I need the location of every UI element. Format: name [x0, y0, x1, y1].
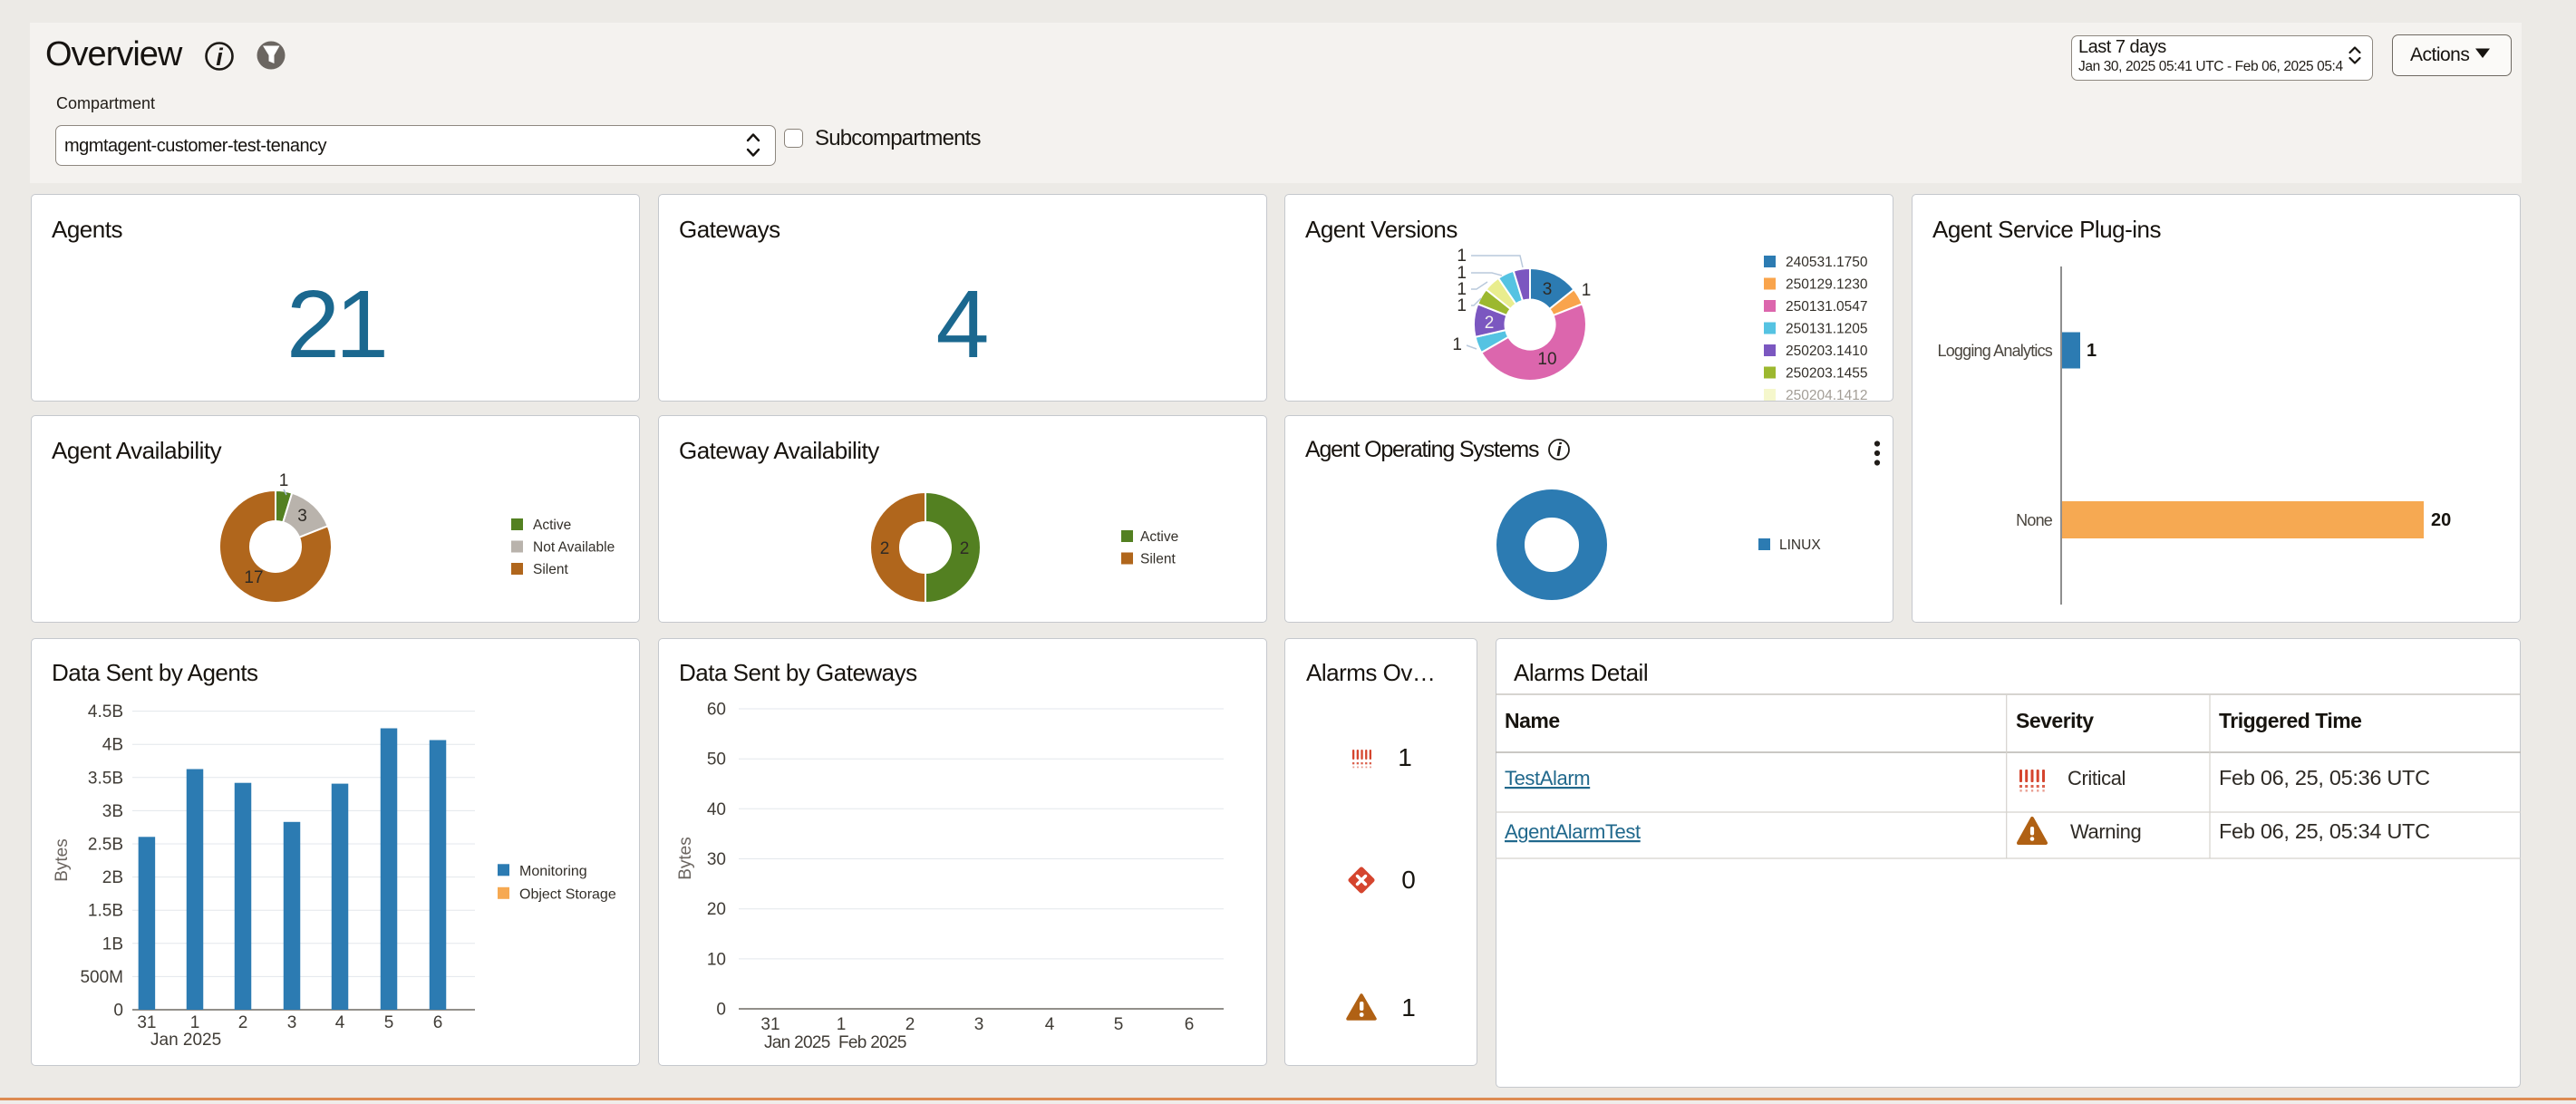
svg-text:6: 6 — [433, 1013, 443, 1032]
svg-text:3.5B: 3.5B — [88, 769, 123, 788]
svg-text:1: 1 — [1398, 743, 1412, 771]
svg-text:2.5B: 2.5B — [88, 836, 123, 855]
svg-text:3: 3 — [1543, 280, 1553, 299]
svg-text:31: 31 — [760, 1015, 780, 1034]
svg-text:4.5B: 4.5B — [88, 702, 123, 721]
svg-text:0: 0 — [716, 1001, 726, 1020]
svg-text:250129.1230: 250129.1230 — [1786, 277, 1868, 293]
svg-text:240531.1750: 240531.1750 — [1786, 255, 1868, 270]
svg-text:50: 50 — [707, 751, 726, 770]
svg-text:Feb 06, 25, 05:36 UTC: Feb 06, 25, 05:36 UTC — [2219, 766, 2430, 789]
svg-text:1B: 1B — [102, 935, 123, 954]
svg-text:1: 1 — [2087, 341, 2097, 361]
svg-text:1: 1 — [190, 1013, 200, 1032]
svg-text:0: 0 — [1401, 866, 1416, 894]
svg-text:250203.1410: 250203.1410 — [1786, 344, 1868, 359]
svg-text:Jan 2025: Jan 2025 — [764, 1033, 830, 1052]
svg-text:10: 10 — [1537, 350, 1556, 369]
svg-text:2: 2 — [238, 1013, 248, 1032]
svg-text:Silent: Silent — [533, 562, 568, 577]
svg-text:5: 5 — [384, 1013, 394, 1032]
svg-text:1: 1 — [1582, 281, 1592, 300]
svg-text:1: 1 — [1457, 247, 1467, 266]
svg-text:Bytes: Bytes — [53, 838, 72, 882]
svg-text:Severity: Severity — [2016, 709, 2094, 732]
svg-text:AgentAlarmTest: AgentAlarmTest — [1505, 820, 1641, 843]
svg-text:20: 20 — [2431, 510, 2451, 530]
svg-text:17: 17 — [244, 568, 263, 587]
svg-text:2B: 2B — [102, 868, 123, 887]
svg-text:6: 6 — [1185, 1015, 1195, 1034]
svg-text:1.5B: 1.5B — [88, 902, 123, 921]
svg-text:Active: Active — [1140, 529, 1178, 545]
svg-text:i: i — [216, 44, 223, 71]
svg-text:31: 31 — [137, 1013, 156, 1032]
svg-text:3: 3 — [974, 1015, 984, 1034]
svg-text:Silent: Silent — [1140, 552, 1176, 567]
svg-text:60: 60 — [707, 701, 726, 720]
svg-text:LINUX: LINUX — [1779, 537, 1821, 553]
svg-text:0: 0 — [113, 1002, 123, 1021]
svg-text:250204.1412: 250204.1412 — [1786, 388, 1868, 402]
svg-text:Monitoring: Monitoring — [519, 864, 587, 879]
svg-text:Warning: Warning — [2070, 820, 2141, 843]
svg-text:Jan 2025: Jan 2025 — [150, 1031, 221, 1050]
svg-text:1: 1 — [279, 471, 289, 490]
svg-text:4: 4 — [1045, 1015, 1055, 1034]
svg-text:2: 2 — [905, 1015, 915, 1034]
svg-text:Object Storage: Object Storage — [519, 887, 616, 903]
svg-text:Feb 06, 25, 05:34 UTC: Feb 06, 25, 05:34 UTC — [2219, 819, 2430, 843]
svg-text:250131.0547: 250131.0547 — [1786, 299, 1868, 315]
svg-text:3: 3 — [287, 1013, 297, 1032]
svg-text:Logging Analytics: Logging Analytics — [1938, 342, 2053, 360]
svg-text:250131.1205: 250131.1205 — [1786, 322, 1868, 337]
svg-text:500M: 500M — [80, 968, 123, 987]
svg-text:1: 1 — [837, 1015, 847, 1034]
svg-text:3: 3 — [297, 507, 307, 526]
svg-text:250203.1455: 250203.1455 — [1786, 366, 1868, 382]
svg-text:40: 40 — [707, 800, 726, 819]
svg-text:None: None — [2016, 511, 2053, 529]
svg-text:Bytes: Bytes — [676, 837, 695, 880]
svg-text:20: 20 — [707, 900, 726, 919]
svg-text:TestAlarm: TestAlarm — [1505, 767, 1590, 789]
svg-text:4B: 4B — [102, 736, 123, 755]
svg-text:4: 4 — [335, 1013, 345, 1032]
svg-text:Triggered Time: Triggered Time — [2219, 709, 2361, 732]
svg-text:1: 1 — [1401, 993, 1416, 1022]
svg-text:3B: 3B — [102, 802, 123, 821]
svg-text:Name: Name — [1505, 709, 1560, 732]
svg-text:2: 2 — [960, 539, 970, 558]
svg-text:Critical: Critical — [2068, 767, 2126, 789]
svg-text:5: 5 — [1114, 1015, 1124, 1034]
svg-text:1: 1 — [1457, 296, 1467, 315]
svg-text:Feb 2025: Feb 2025 — [838, 1033, 906, 1052]
svg-text:Active: Active — [533, 518, 571, 533]
svg-text:i: i — [1556, 441, 1562, 460]
svg-text:30: 30 — [707, 850, 726, 869]
svg-text:Not Available: Not Available — [533, 540, 615, 556]
svg-text:10: 10 — [707, 950, 726, 969]
svg-text:1: 1 — [1452, 335, 1462, 354]
svg-text:2: 2 — [880, 539, 890, 558]
svg-text:2: 2 — [1485, 314, 1495, 333]
